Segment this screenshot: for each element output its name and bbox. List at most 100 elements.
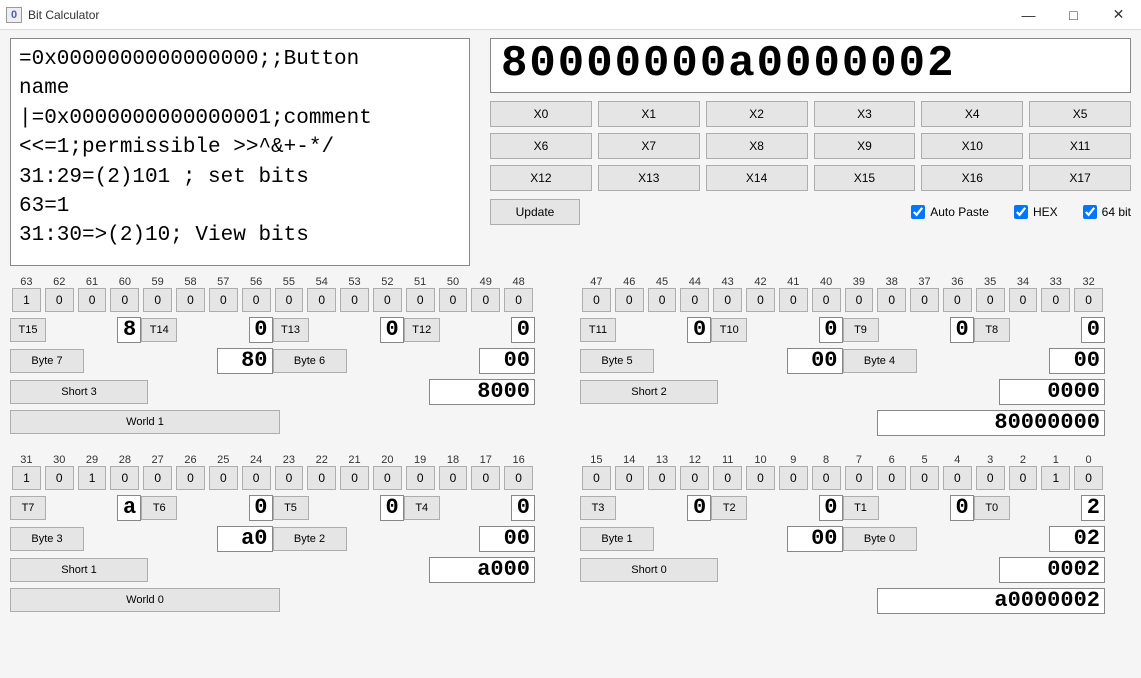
nibble-value[interactable]: 0 (687, 317, 711, 343)
bit-toggle-19[interactable]: 0 (406, 466, 435, 490)
x-button-x5[interactable]: X5 (1029, 101, 1131, 127)
bit-toggle-18[interactable]: 0 (439, 466, 468, 490)
bit-toggle-26[interactable]: 0 (176, 466, 205, 490)
bit-toggle-7[interactable]: 0 (845, 466, 874, 490)
nibble-button-t0[interactable]: T0 (974, 496, 1010, 520)
nibble-value[interactable]: 0 (511, 495, 535, 521)
bit-toggle-34[interactable]: 0 (1009, 288, 1038, 312)
byte-button[interactable]: Byte 6 (273, 349, 347, 373)
bit-toggle-29[interactable]: 1 (78, 466, 107, 490)
byte-value[interactable]: 80 (217, 348, 273, 374)
x-button-x11[interactable]: X11 (1029, 133, 1131, 159)
bit-toggle-10[interactable]: 0 (746, 466, 775, 490)
x-button-x9[interactable]: X9 (814, 133, 916, 159)
bit-toggle-43[interactable]: 0 (713, 288, 742, 312)
nibble-button-t15[interactable]: T15 (10, 318, 46, 342)
x-button-x8[interactable]: X8 (706, 133, 808, 159)
short-button[interactable]: Short 2 (580, 380, 718, 404)
x-button-x16[interactable]: X16 (921, 165, 1023, 191)
bit-toggle-2[interactable]: 0 (1009, 466, 1038, 490)
bit-toggle-36[interactable]: 0 (943, 288, 972, 312)
nibble-value[interactable]: 0 (380, 495, 404, 521)
bit-toggle-30[interactable]: 0 (45, 466, 74, 490)
nibble-button-t12[interactable]: T12 (404, 318, 440, 342)
x-button-x15[interactable]: X15 (814, 165, 916, 191)
nibble-button-t13[interactable]: T13 (273, 318, 309, 342)
bit-toggle-9[interactable]: 0 (779, 466, 808, 490)
byte-value[interactable]: 00 (479, 526, 535, 552)
world-value[interactable]: a0000002 (877, 588, 1105, 614)
bit-toggle-39[interactable]: 0 (845, 288, 874, 312)
bit-toggle-56[interactable]: 0 (242, 288, 271, 312)
bit-toggle-17[interactable]: 0 (471, 466, 500, 490)
bit-toggle-44[interactable]: 0 (680, 288, 709, 312)
world-button[interactable]: World 1 (10, 410, 280, 434)
bit-toggle-47[interactable]: 0 (582, 288, 611, 312)
nibble-value[interactable]: 0 (819, 317, 843, 343)
x-button-x6[interactable]: X6 (490, 133, 592, 159)
bit-toggle-57[interactable]: 0 (209, 288, 238, 312)
short-value[interactable]: a000 (429, 557, 535, 583)
bit-toggle-1[interactable]: 1 (1041, 466, 1070, 490)
x-button-x1[interactable]: X1 (598, 101, 700, 127)
bit-toggle-45[interactable]: 0 (648, 288, 677, 312)
bit64-input[interactable] (1083, 205, 1097, 219)
bit-toggle-13[interactable]: 0 (648, 466, 677, 490)
nibble-button-t5[interactable]: T5 (273, 496, 309, 520)
nibble-value[interactable]: 0 (249, 495, 273, 521)
x-button-x3[interactable]: X3 (814, 101, 916, 127)
short-button[interactable]: Short 1 (10, 558, 148, 582)
nibble-value[interactable]: 8 (117, 317, 141, 343)
byte-button[interactable]: Byte 3 (10, 527, 84, 551)
minimize-button[interactable]: — (1006, 0, 1051, 30)
update-button[interactable]: Update (490, 199, 580, 225)
byte-value[interactable]: 02 (1049, 526, 1105, 552)
nibble-button-t2[interactable]: T2 (711, 496, 747, 520)
bit-toggle-50[interactable]: 0 (439, 288, 468, 312)
bit-toggle-33[interactable]: 0 (1041, 288, 1070, 312)
byte-button[interactable]: Byte 5 (580, 349, 654, 373)
bit-toggle-63[interactable]: 1 (12, 288, 41, 312)
bit-toggle-55[interactable]: 0 (275, 288, 304, 312)
nibble-button-t11[interactable]: T11 (580, 318, 616, 342)
x-button-x4[interactable]: X4 (921, 101, 1023, 127)
byte-button[interactable]: Byte 0 (843, 527, 917, 551)
bit-toggle-16[interactable]: 0 (504, 466, 533, 490)
nibble-value[interactable]: 0 (249, 317, 273, 343)
bit-toggle-46[interactable]: 0 (615, 288, 644, 312)
bit-toggle-35[interactable]: 0 (976, 288, 1005, 312)
byte-value[interactable]: 00 (787, 526, 843, 552)
nibble-value[interactable]: 0 (950, 495, 974, 521)
nibble-value[interactable]: 0 (819, 495, 843, 521)
bit-toggle-20[interactable]: 0 (373, 466, 402, 490)
bit-toggle-5[interactable]: 0 (910, 466, 939, 490)
bit64-checkbox[interactable]: 64 bit (1083, 205, 1131, 219)
nibble-button-t9[interactable]: T9 (843, 318, 879, 342)
auto-paste-input[interactable] (911, 205, 925, 219)
script-editor[interactable]: =0x0000000000000000;;Button name |=0x000… (10, 38, 470, 266)
x-button-x0[interactable]: X0 (490, 101, 592, 127)
nibble-button-t1[interactable]: T1 (843, 496, 879, 520)
nibble-value[interactable]: a (117, 495, 141, 521)
bit-toggle-23[interactable]: 0 (275, 466, 304, 490)
bit-toggle-12[interactable]: 0 (680, 466, 709, 490)
short-button[interactable]: Short 0 (580, 558, 718, 582)
nibble-button-t14[interactable]: T14 (141, 318, 177, 342)
nibble-button-t3[interactable]: T3 (580, 496, 616, 520)
nibble-button-t7[interactable]: T7 (10, 496, 46, 520)
bit-toggle-54[interactable]: 0 (307, 288, 336, 312)
bit-toggle-59[interactable]: 0 (143, 288, 172, 312)
short-value[interactable]: 8000 (429, 379, 535, 405)
bit-toggle-28[interactable]: 0 (110, 466, 139, 490)
x-button-x14[interactable]: X14 (706, 165, 808, 191)
x-button-x2[interactable]: X2 (706, 101, 808, 127)
world-button[interactable]: World 0 (10, 588, 280, 612)
bit-toggle-41[interactable]: 0 (779, 288, 808, 312)
nibble-value[interactable]: 0 (1081, 317, 1105, 343)
auto-paste-checkbox[interactable]: Auto Paste (911, 205, 989, 219)
nibble-button-t10[interactable]: T10 (711, 318, 747, 342)
bit-toggle-58[interactable]: 0 (176, 288, 205, 312)
bit-toggle-61[interactable]: 0 (78, 288, 107, 312)
byte-value[interactable]: 00 (787, 348, 843, 374)
nibble-value[interactable]: 0 (687, 495, 711, 521)
